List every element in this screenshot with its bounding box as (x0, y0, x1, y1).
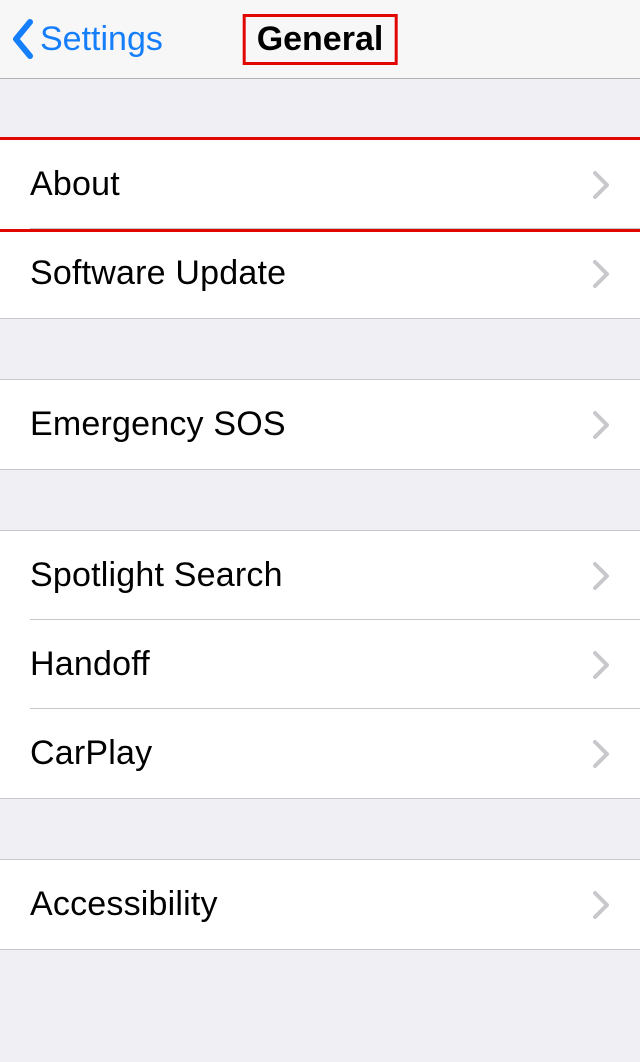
row-software-update[interactable]: Software Update (0, 229, 640, 318)
chevron-right-icon (592, 170, 610, 200)
chevron-right-icon (592, 890, 610, 920)
row-label: Accessibility (30, 885, 592, 924)
row-carplay[interactable]: CarPlay (0, 709, 640, 798)
section-group-1: Emergency SOS (0, 379, 640, 470)
nav-bar: Settings General (0, 0, 640, 79)
chevron-right-icon (592, 410, 610, 440)
chevron-right-icon (592, 739, 610, 769)
row-label: CarPlay (30, 734, 592, 773)
section-group-3: Accessibility (0, 859, 640, 950)
chevron-right-icon (592, 650, 610, 680)
list-group: Accessibility (0, 859, 640, 950)
row-handoff[interactable]: Handoff (0, 620, 640, 709)
row-emergency-sos[interactable]: Emergency SOS (0, 380, 640, 469)
section-group-2: Spotlight Search Handoff CarPlay (0, 530, 640, 799)
back-label: Settings (40, 20, 163, 59)
row-label: Handoff (30, 645, 592, 684)
row-label: Spotlight Search (30, 556, 592, 595)
chevron-right-icon (592, 259, 610, 289)
section-group-0: About Software Update (0, 139, 640, 319)
row-label: About (30, 165, 592, 204)
row-label: Emergency SOS (30, 405, 592, 444)
row-accessibility[interactable]: Accessibility (0, 860, 640, 949)
list-group: Emergency SOS (0, 379, 640, 470)
list-group: About Software Update (0, 139, 640, 319)
row-about[interactable]: About (0, 140, 640, 229)
row-spotlight-search[interactable]: Spotlight Search (0, 531, 640, 620)
page-title: General (245, 16, 396, 63)
row-label: Software Update (30, 254, 592, 293)
back-button[interactable]: Settings (10, 19, 163, 59)
chevron-left-icon (10, 19, 34, 59)
list-group: Spotlight Search Handoff CarPlay (0, 530, 640, 799)
chevron-right-icon (592, 561, 610, 591)
